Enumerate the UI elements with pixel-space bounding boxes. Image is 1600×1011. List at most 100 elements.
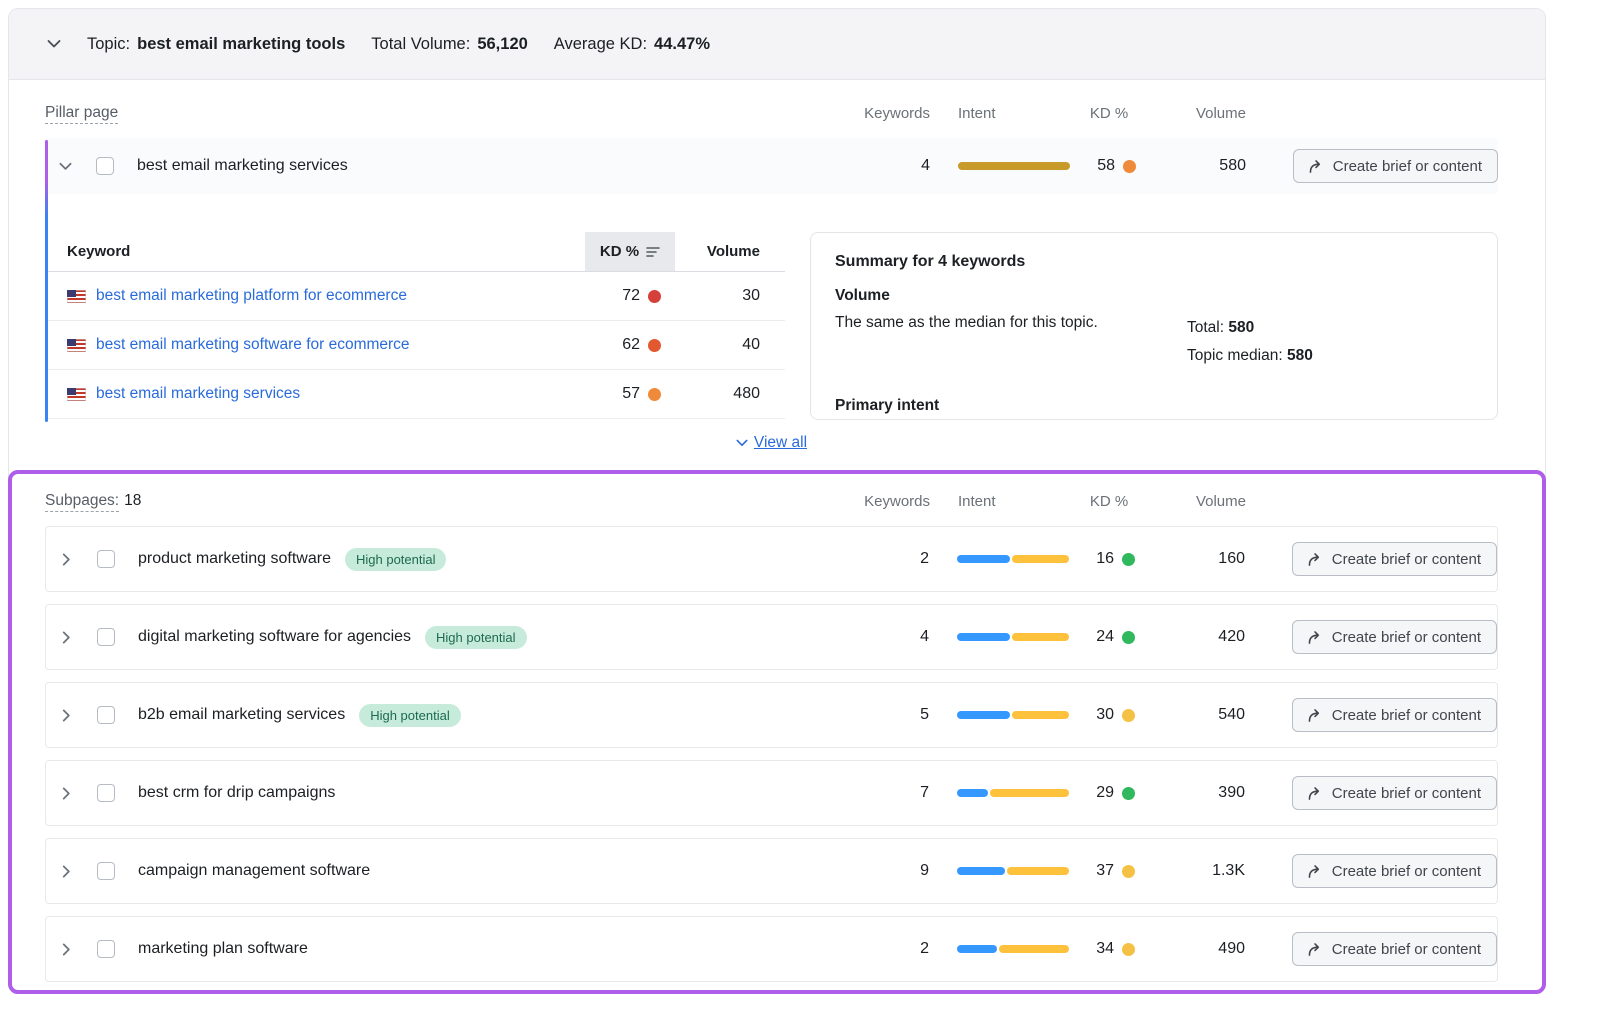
subpage-title: product marketing software: [138, 550, 331, 568]
subpage-row[interactable]: marketing plan software 2 34 490 Create …: [45, 916, 1498, 982]
kd-sort-header[interactable]: KD %: [585, 232, 675, 271]
intent-bar: [957, 711, 1069, 719]
forward-arrow-icon: [1308, 943, 1323, 956]
sort-descending-icon: [646, 246, 660, 258]
row-checkbox[interactable]: [97, 628, 115, 646]
pillar-expanded-details: Keyword KD % Volume best email marketing…: [45, 232, 1498, 420]
kd-column-header: KD %: [1070, 493, 1148, 510]
volume-description: The same as the median for this topic.: [835, 314, 1187, 332]
volume-column-header: Volume: [1148, 105, 1268, 122]
row-checkbox[interactable]: [97, 784, 115, 802]
volume-value: 480: [675, 385, 785, 403]
forward-arrow-icon: [1308, 709, 1323, 722]
volume-value: 160: [1147, 550, 1267, 568]
average-kd-value: 44.47%: [654, 35, 710, 54]
kd-value: 34: [1096, 940, 1114, 958]
kd-dot: [648, 388, 661, 401]
keyword-link[interactable]: best email marketing platform for ecomme…: [96, 287, 407, 305]
intent-bar: [957, 789, 1069, 797]
row-checkbox[interactable]: [97, 940, 115, 958]
pillar-title: best email marketing services: [137, 157, 348, 175]
keywords-count: 9: [859, 862, 929, 880]
keywords-column-header: Keywords: [860, 105, 930, 122]
forward-arrow-icon: [1308, 787, 1323, 800]
keywords-count: 2: [859, 550, 929, 568]
forward-arrow-icon: [1308, 865, 1323, 878]
pillar-row[interactable]: best email marketing services 4 58 580 C…: [45, 138, 1498, 194]
kd-value: 16: [1096, 550, 1114, 568]
total-volume-line: Total: 580: [1187, 314, 1313, 342]
topic-value: best email marketing tools: [137, 35, 345, 54]
create-brief-button[interactable]: Create brief or content: [1293, 149, 1498, 183]
us-flag-icon: [67, 388, 86, 401]
forward-arrow-icon: [1309, 160, 1324, 173]
subpage-row[interactable]: best crm for drip campaigns 7 29 390 Cre…: [45, 760, 1498, 826]
volume-value: 1.3K: [1147, 862, 1267, 880]
kd-column-header: KD %: [1070, 105, 1148, 122]
create-brief-button[interactable]: Create brief or content: [1292, 698, 1497, 732]
volume-value: 30: [675, 287, 785, 305]
keywords-count: 2: [859, 940, 929, 958]
subpage-row[interactable]: digital marketing software for agencies …: [45, 604, 1498, 670]
create-brief-button[interactable]: Create brief or content: [1292, 854, 1497, 888]
us-flag-icon: [67, 339, 86, 352]
subpage-title: marketing plan software: [138, 940, 308, 958]
chevron-right-icon[interactable]: [60, 943, 73, 956]
chevron-right-icon[interactable]: [60, 787, 73, 800]
kd-dot: [1122, 865, 1135, 878]
average-kd-group: Average KD: 44.47%: [554, 35, 710, 54]
subpage-title: campaign management software: [138, 862, 370, 880]
total-volume-label: Total Volume:: [371, 35, 470, 54]
view-all-link[interactable]: View all: [754, 434, 807, 452]
kd-value: 57: [622, 385, 640, 403]
subpage-row[interactable]: campaign management software 9 37 1.3K C…: [45, 838, 1498, 904]
subpage-row[interactable]: b2b email marketing services High potent…: [45, 682, 1498, 748]
forward-arrow-icon: [1308, 553, 1323, 566]
subpage-row[interactable]: product marketing software High potentia…: [45, 526, 1498, 592]
volume-column-header: Volume: [675, 232, 785, 271]
forward-arrow-icon: [1308, 631, 1323, 644]
subpages-label[interactable]: Subpages:18: [45, 492, 860, 510]
chevron-down-icon[interactable]: [59, 160, 72, 173]
row-checkbox[interactable]: [97, 706, 115, 724]
create-brief-button[interactable]: Create brief or content: [1292, 620, 1497, 654]
chevron-right-icon[interactable]: [60, 709, 73, 722]
intent-bar: [957, 633, 1069, 641]
row-checkbox[interactable]: [96, 157, 114, 175]
create-brief-button[interactable]: Create brief or content: [1292, 776, 1497, 810]
total-volume-value: 56,120: [477, 35, 527, 54]
keyword-link[interactable]: best email marketing services: [96, 385, 300, 403]
kd-value: 72: [622, 287, 640, 305]
chevron-right-icon[interactable]: [60, 865, 73, 878]
summary-title: Summary for 4 keywords: [835, 253, 1473, 271]
volume-value: 40: [675, 336, 785, 354]
keyword-link[interactable]: best email marketing software for ecomme…: [96, 336, 410, 354]
keywords-count: 7: [859, 784, 929, 802]
high-potential-badge: High potential: [425, 626, 527, 649]
kd-dot: [1122, 631, 1135, 644]
subpage-title: digital marketing software for agencies: [138, 628, 411, 646]
kd-dot: [648, 339, 661, 352]
chevron-right-icon[interactable]: [60, 553, 73, 566]
keyword-row: best email marketing services 57 480: [45, 370, 785, 419]
keyword-row: best email marketing platform for ecomme…: [45, 272, 785, 321]
chevron-down-icon[interactable]: [736, 437, 748, 449]
intent-column-header: Intent: [958, 493, 1070, 510]
intent-bar: [957, 945, 1069, 953]
row-checkbox[interactable]: [97, 862, 115, 880]
chevron-right-icon[interactable]: [60, 631, 73, 644]
subpage-rows: product marketing software High potentia…: [45, 526, 1498, 982]
row-checkbox[interactable]: [97, 550, 115, 568]
topic-header-bar: Topic: best email marketing tools Total …: [9, 9, 1545, 80]
create-brief-button[interactable]: Create brief or content: [1292, 932, 1497, 966]
high-potential-badge: High potential: [359, 704, 461, 727]
chevron-down-icon[interactable]: [47, 37, 61, 51]
pillar-page-label[interactable]: Pillar page: [45, 104, 860, 122]
keywords-column-header: Keywords: [860, 493, 930, 510]
topic-label: Topic:: [87, 35, 130, 54]
keyword-table: Keyword KD % Volume best email marketing…: [45, 232, 785, 420]
intent-bar: [957, 555, 1069, 563]
keywords-count: 5: [859, 706, 929, 724]
topic-card: Topic: best email marketing tools Total …: [8, 8, 1546, 994]
create-brief-button[interactable]: Create brief or content: [1292, 542, 1497, 576]
